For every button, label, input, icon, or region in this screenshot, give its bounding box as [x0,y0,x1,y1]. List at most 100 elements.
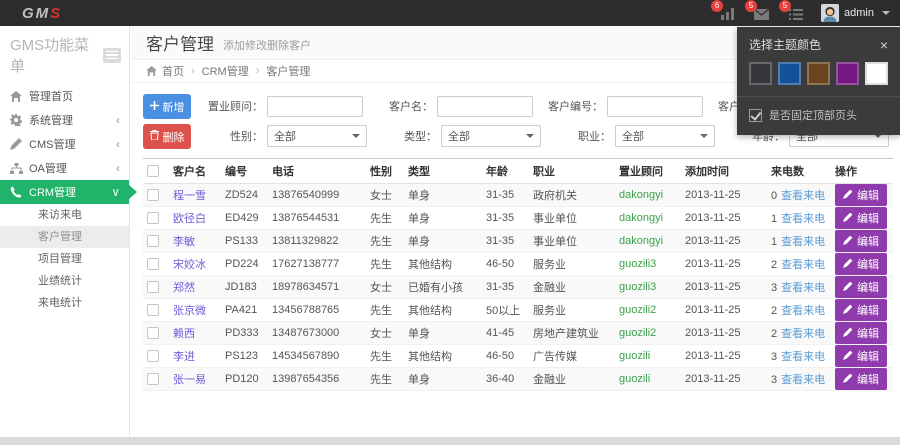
theme-swatch-brown[interactable] [807,62,830,85]
customer-job: 事业单位 [529,230,615,253]
row-checkbox[interactable] [147,327,159,339]
agent-link[interactable]: guozili3 [619,281,656,293]
row-checkbox[interactable] [147,212,159,224]
edit-button[interactable]: 编辑 [835,368,887,390]
customer-name-link[interactable]: 张一易 [173,374,206,386]
view-calls-link[interactable]: 查看来电 [781,259,825,271]
chevron-down-icon: ∨ [111,187,120,197]
row-checkbox[interactable] [147,304,159,316]
sidebar-subitem-performance-stats[interactable]: 业绩统计 [0,270,129,292]
agent-filter-input[interactable] [267,96,363,117]
customer-name-filter-input[interactable] [437,96,533,117]
type-filter-select[interactable]: 全部 [441,125,541,147]
customer-name-link[interactable]: 程一雪 [173,190,206,202]
row-checkbox[interactable] [147,235,159,247]
sidebar-subitem-project-mgmt[interactable]: 项目管理 [0,248,129,270]
customer-name-filter-label: 客户名： [375,98,433,114]
edit-button[interactable]: 编辑 [835,322,887,344]
gender-filter-select[interactable]: 全部 [267,125,367,147]
agent-link[interactable]: guozili [619,373,650,385]
customer-name-link[interactable]: 赖西 [173,328,195,340]
sidebar-subitem-customer-mgmt[interactable]: 客户管理 [0,226,129,248]
sidebar-subitem-call-stats[interactable]: 来电统计 [0,292,129,314]
col-header-gender: 性别 [366,159,404,184]
customer-code: PD224 [221,253,268,276]
agent-link[interactable]: guozili2 [619,304,656,316]
pencil-icon [843,258,853,271]
topbar-right: 6 5 5 admin [719,4,890,22]
edit-button[interactable]: 编辑 [835,276,887,298]
col-header-date: 添加时间 [681,159,767,184]
customer-name-link[interactable]: 李敏 [173,236,195,248]
sidebar-item-system[interactable]: 系统管理 ‹ [0,108,129,132]
customer-phone: 18978634571 [268,276,366,299]
view-calls-link[interactable]: 查看来电 [781,282,825,294]
customer-code: ZD524 [221,184,268,207]
edit-button[interactable]: 编辑 [835,207,887,229]
theme-swatch-white[interactable] [865,62,888,85]
customer-gender: 女士 [366,184,404,207]
customer-name-link[interactable]: 欧径白 [173,213,206,225]
edit-button[interactable]: 编辑 [835,230,887,252]
notifications-mail-button[interactable]: 5 [753,6,769,20]
theme-swatch-purple[interactable] [836,62,859,85]
notifications-stats-button[interactable]: 6 [719,6,735,20]
job-filter-select[interactable]: 全部 [615,125,715,147]
edit-button[interactable]: 编辑 [835,299,887,321]
delete-button[interactable]: 删除 [143,124,191,149]
select-all-checkbox[interactable] [147,165,159,177]
edit-button[interactable]: 编辑 [835,184,887,206]
sidebar-item-label: CMS管理 [29,136,75,152]
theme-swatch-blue[interactable] [778,62,801,85]
agent-link[interactable]: guozili3 [619,258,656,270]
sidebar-item-home[interactable]: 管理首页 [0,84,129,108]
row-checkbox[interactable] [147,258,159,270]
customer-name-link[interactable]: 张京微 [173,305,206,317]
add-button[interactable]: 新增 [143,94,191,119]
row-checkbox[interactable] [147,281,159,293]
sidebar-item-crm[interactable]: CRM管理 ∨ [0,180,129,204]
table-row: 张一易 PD120 13987654356 先生 单身 36-40 金融业 gu… [143,368,893,391]
sidebar-subitem-visit-calls[interactable]: 来访来电 [0,204,129,226]
customer-name-link[interactable]: 李进 [173,351,195,363]
customer-code: PD333 [221,322,268,345]
customer-age: 46-50 [482,253,529,276]
customer-type: 已婚有小孩 [404,276,482,299]
agent-link[interactable]: dakongyi [619,189,663,201]
breadcrumb-home[interactable]: 首页 [162,63,184,79]
edit-button[interactable]: 编辑 [835,345,887,367]
edit-button[interactable]: 编辑 [835,253,887,275]
notifications-tasks-button[interactable]: 5 [787,6,803,20]
view-calls-link[interactable]: 查看来电 [781,328,825,340]
customer-name-link[interactable]: 宋姣冰 [173,259,206,271]
view-calls-link[interactable]: 查看来电 [781,351,825,363]
trash-icon [150,130,159,143]
agent-link[interactable]: dakongyi [619,235,663,247]
row-checkbox[interactable] [147,373,159,385]
customer-gender: 先生 [366,299,404,322]
customer-code-filter-input[interactable] [607,96,703,117]
row-checkbox[interactable] [147,189,159,201]
view-calls-link[interactable]: 查看来电 [781,374,825,386]
customer-table-wrap: 客户名 编号 电话 性别 类型 年龄 职业 置业顾问 添加时间 来电数 操作 程… [143,158,888,391]
breadcrumb-crm[interactable]: CRM管理 [202,63,249,79]
customer-name-link[interactable]: 郑然 [173,282,195,294]
calls-count: 2 [771,305,777,317]
view-calls-link[interactable]: 查看来电 [781,190,825,202]
agent-link[interactable]: dakongyi [619,212,663,224]
view-calls-link[interactable]: 查看来电 [781,305,825,317]
agent-link[interactable]: guozili2 [619,327,656,339]
view-calls-link[interactable]: 查看来电 [781,213,825,225]
col-header-age: 年龄 [482,159,529,184]
close-icon[interactable]: × [880,39,888,51]
sidebar-item-cms[interactable]: CMS管理 ‹ [0,132,129,156]
theme-swatch-dark[interactable] [749,62,772,85]
row-checkbox[interactable] [147,350,159,362]
user-menu[interactable]: admin [821,4,890,22]
fix-header-checkbox[interactable] [749,109,762,122]
hamburger-icon[interactable] [103,48,121,63]
sidebar-item-label: OA管理 [29,160,67,176]
agent-link[interactable]: guozili [619,350,650,362]
sidebar-item-oa[interactable]: OA管理 ‹ [0,156,129,180]
view-calls-link[interactable]: 查看来电 [781,236,825,248]
